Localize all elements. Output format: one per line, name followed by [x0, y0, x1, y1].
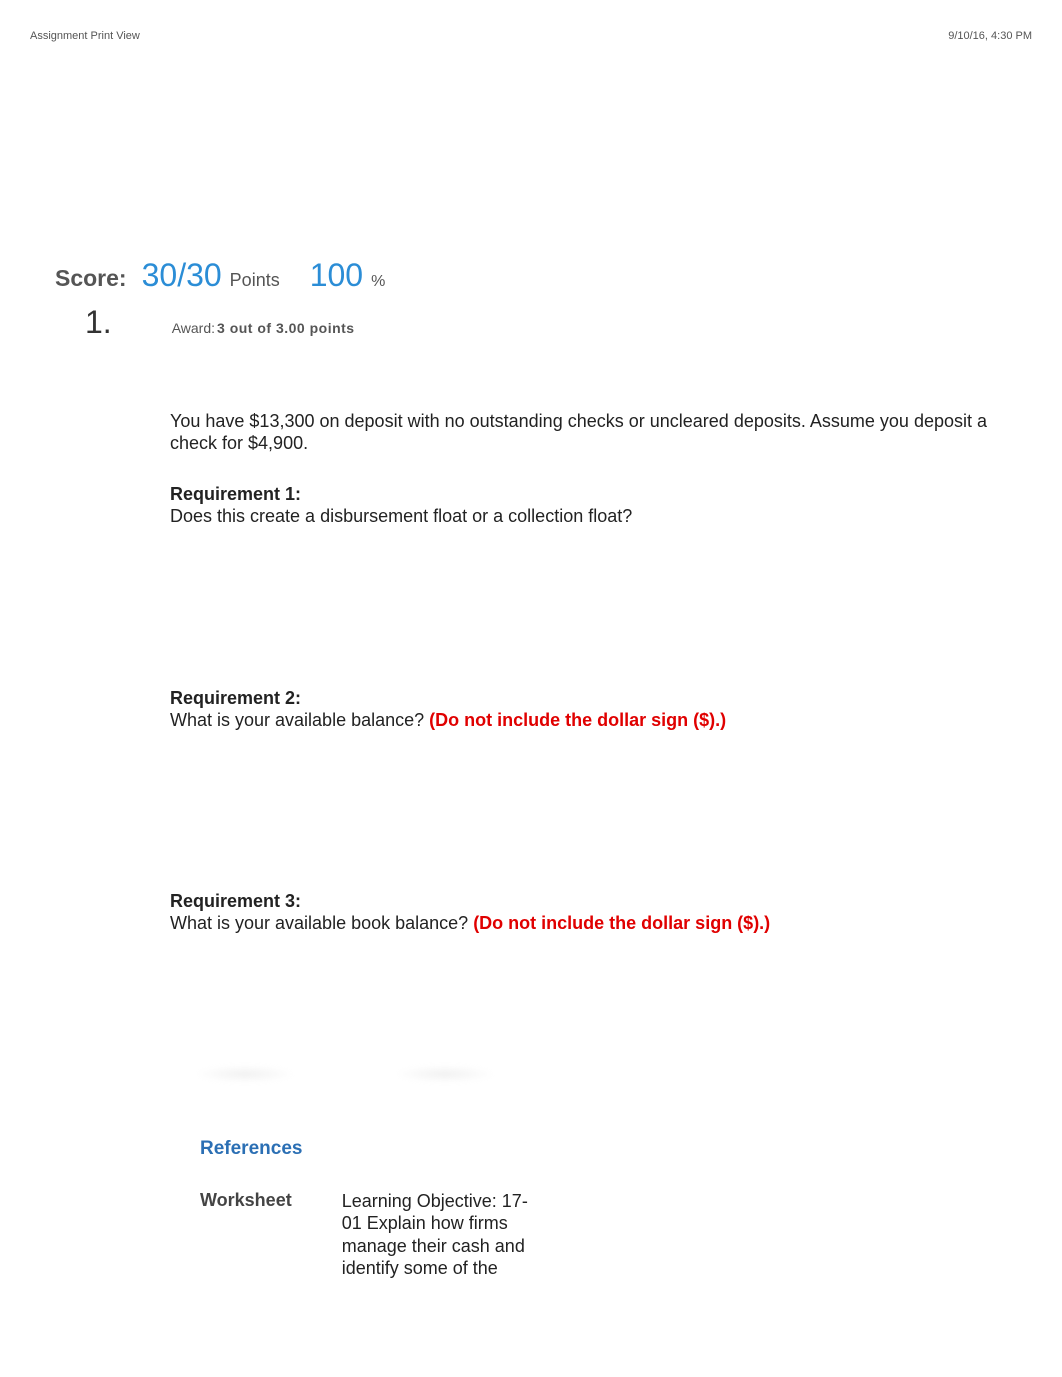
- worksheet-label: Worksheet: [200, 1190, 292, 1280]
- header-left: Assignment Print View: [30, 30, 140, 42]
- score-row: Score: 30/30 Points 100 %: [55, 257, 1007, 294]
- blur-row: [195, 1065, 987, 1083]
- req3-note: (Do not include the dollar sign ($).): [473, 913, 770, 933]
- req3-label: Requirement 3:: [170, 891, 987, 912]
- requirement-1: Requirement 1: Does this create a disbur…: [170, 484, 987, 528]
- award-value: 3 out of 3.00 points: [217, 320, 355, 336]
- score-percent-sign: %: [371, 273, 385, 291]
- header-right: 9/10/16, 4:30 PM: [948, 30, 1032, 42]
- score-value: 30/30: [142, 257, 222, 294]
- requirement-3: Requirement 3: What is your available bo…: [170, 891, 987, 935]
- score-label: Score:: [55, 265, 127, 292]
- learning-objective: Learning Objective: 17-01 Explain how fi…: [342, 1190, 532, 1280]
- score-points-label: Points: [230, 270, 280, 291]
- question-number: 1.: [85, 304, 112, 341]
- req2-note: (Do not include the dollar sign ($).): [429, 710, 726, 730]
- req1-text: Does this create a disbursement float or…: [170, 505, 987, 528]
- page-header: Assignment Print View 9/10/16, 4:30 PM: [0, 0, 1062, 42]
- question-body: You have $13,300 on deposit with no outs…: [170, 411, 987, 1280]
- req2-text: What is your available balance?: [170, 710, 429, 730]
- requirement-2: Requirement 2: What is your available ba…: [170, 688, 987, 732]
- references-heading: References: [200, 1138, 987, 1160]
- award-label: Award:: [172, 320, 215, 336]
- req1-label: Requirement 1:: [170, 484, 987, 505]
- blur-mark-2: [395, 1065, 495, 1083]
- question-row: 1. Award: 3 out of 3.00 points: [85, 304, 1007, 341]
- main-content: Score: 30/30 Points 100 % 1. Award: 3 ou…: [0, 42, 1062, 1280]
- references-body: Worksheet Learning Objective: 17-01 Expl…: [200, 1190, 987, 1280]
- intro-text: You have $13,300 on deposit with no outs…: [170, 411, 987, 454]
- req3-text: What is your available book balance?: [170, 913, 473, 933]
- blur-mark-1: [195, 1065, 295, 1083]
- req2-label: Requirement 2:: [170, 688, 987, 709]
- score-percent: 100: [310, 257, 363, 294]
